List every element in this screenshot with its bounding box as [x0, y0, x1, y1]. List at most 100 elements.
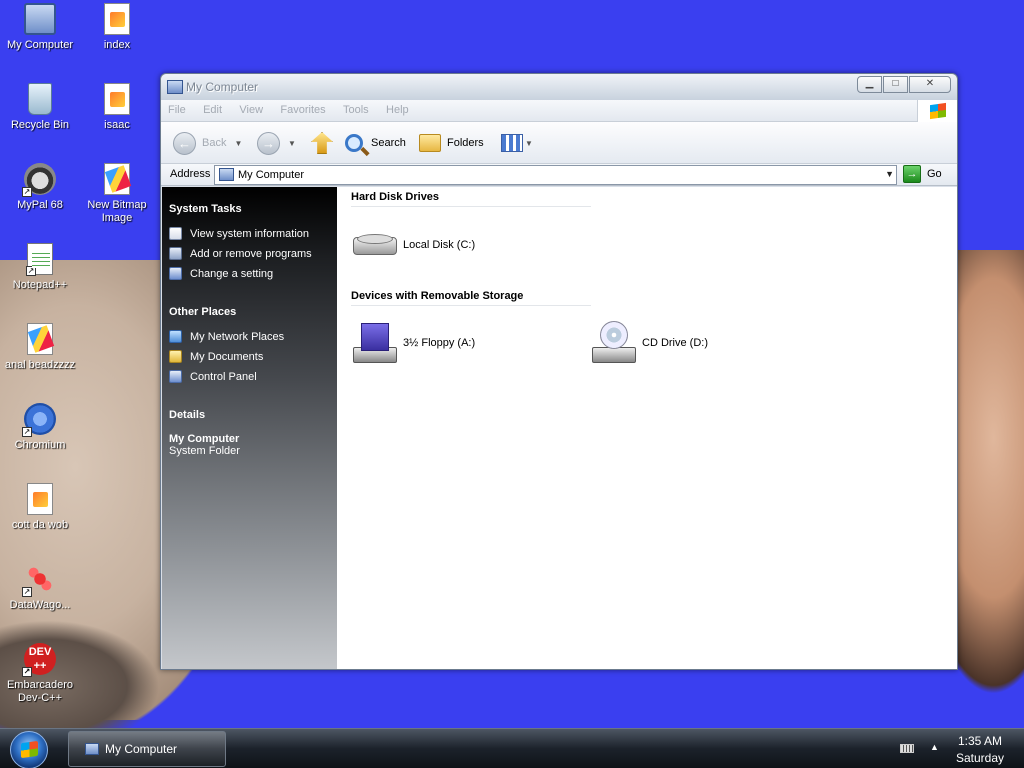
desktop-icon-new-bitmap[interactable]: New Bitmap Image — [78, 163, 156, 225]
address-value: My Computer — [238, 169, 305, 181]
my-computer-icon — [167, 80, 183, 94]
task-label: Change a setting — [190, 267, 274, 280]
clock-day: Saturday — [955, 751, 1005, 765]
folders-icon — [419, 134, 441, 152]
minimize-button[interactable]: ▁ — [857, 76, 882, 93]
desktop-icon-label: isaac — [104, 119, 130, 131]
desktop-icon-label: My Computer — [6, 39, 74, 51]
recycle-bin-icon — [28, 83, 52, 115]
window-controls: ▁ □ ✕ — [856, 76, 951, 93]
dev-cpp-icon: ↗ DEV ++ — [22, 643, 56, 677]
local-disk-c[interactable]: Local Disk (C:) — [351, 223, 475, 267]
close-button[interactable]: ✕ — [909, 76, 951, 93]
datawagon-icon: ↗ — [22, 563, 56, 597]
shortcut-arrow-icon: ↗ — [22, 587, 32, 597]
go-button[interactable]: → Go — [903, 165, 942, 183]
back-button[interactable]: ← Back ▼ — [173, 131, 242, 155]
task-label: Add or remove programs — [190, 247, 312, 260]
my-network-places-link[interactable]: My Network Places — [169, 330, 337, 343]
menu-help[interactable]: Help — [379, 100, 416, 116]
views-dropdown-icon: ▼ — [525, 138, 533, 148]
desktop-icon-label: Notepad++ — [12, 279, 68, 291]
desktop-icon-chromium[interactable]: ↗ Chromium — [1, 403, 79, 452]
desktop-icon-label: New Bitmap Image — [87, 199, 147, 224]
desktop-icon-datawagon[interactable]: ↗ DataWago... — [1, 563, 79, 612]
go-label: Go — [927, 168, 942, 180]
system-tasks-section: System Tasks View system information Add… — [162, 203, 337, 280]
forward-button[interactable]: → ▼ — [257, 131, 296, 155]
menu-view[interactable]: View — [232, 100, 270, 116]
menu-tools[interactable]: Tools — [336, 100, 376, 116]
address-input[interactable]: My Computer ▼ — [214, 165, 897, 185]
floppy-drive-a[interactable]: 3½ Floppy (A:) — [351, 321, 475, 365]
desktop-icon-isaac[interactable]: isaac — [78, 83, 156, 132]
shortcut-arrow-icon: ↗ — [26, 266, 36, 276]
show-hidden-icons-icon[interactable]: ▲ — [930, 742, 939, 752]
shortcut-arrow-icon: ↗ — [22, 667, 32, 677]
my-documents-icon — [169, 350, 182, 363]
back-dropdown-icon[interactable]: ▼ — [234, 139, 242, 148]
desktop-icon-mypal[interactable]: ↗ MyPal 68 — [1, 163, 79, 212]
up-button[interactable] — [311, 131, 337, 155]
address-dropdown-icon[interactable]: ▼ — [885, 169, 894, 179]
go-arrow-icon: → — [903, 165, 921, 183]
desktop-icon-recycle-bin[interactable]: Recycle Bin — [1, 83, 79, 132]
folders-button[interactable]: Folders — [419, 131, 484, 155]
my-computer-window[interactable]: My Computer ▁ □ ✕ File Edit View Favorit… — [160, 73, 958, 670]
mypal-browser-icon: ↗ — [22, 163, 56, 197]
add-remove-programs-icon — [169, 247, 182, 260]
views-button[interactable]: ▼ — [501, 131, 533, 155]
desktop-icon-my-computer[interactable]: My Computer — [1, 3, 79, 52]
taskbar-clock[interactable]: 1:35 AM Saturday — [950, 733, 1010, 767]
control-panel-link[interactable]: Control Panel — [169, 370, 337, 383]
desktop-icon-label: anal beadzzzz — [4, 359, 76, 371]
menu-favorites[interactable]: Favorites — [273, 100, 332, 116]
start-button[interactable] — [10, 731, 48, 768]
desktop-icon-anal-beadzzzz[interactable]: anal beadzzzz — [1, 323, 79, 372]
maximize-button[interactable]: □ — [883, 76, 908, 93]
address-label: Address — [170, 168, 211, 180]
taskbar-button-my-computer[interactable]: My Computer — [68, 731, 226, 767]
task-label: View system information — [190, 227, 310, 240]
html-file-icon — [27, 483, 53, 515]
menu-file[interactable]: File — [161, 100, 193, 116]
desktop-icon-dev-cpp[interactable]: ↗ DEV ++ Embarcadero Dev-C++ — [1, 643, 79, 705]
desktop-icon-cott-da-wob[interactable]: cott da wob — [1, 483, 79, 532]
desktop-icon-index[interactable]: index — [78, 3, 156, 52]
my-documents-link[interactable]: My Documents — [169, 350, 337, 363]
taskbar: My Computer ▲ 1:35 AM Saturday — [0, 728, 1024, 768]
details-heading[interactable]: Details — [169, 409, 337, 421]
drive-label: Local Disk (C:) — [403, 239, 476, 251]
details-name: My Computer — [169, 433, 240, 445]
task-pane: System Tasks View system information Add… — [162, 187, 337, 669]
other-places-heading[interactable]: Other Places — [169, 306, 337, 318]
cd-drive-icon — [590, 321, 636, 365]
desktop-icon-notepad-plus-plus[interactable]: ↗ Notepad++ — [1, 243, 79, 292]
chromium-icon: ↗ — [22, 403, 56, 437]
forward-dropdown-icon[interactable]: ▼ — [288, 139, 296, 148]
forward-arrow-icon: → — [257, 131, 280, 155]
my-computer-icon — [85, 743, 99, 755]
cd-drive-d[interactable]: CD Drive (D:) — [590, 321, 708, 365]
place-label: My Network Places — [190, 330, 285, 343]
menu-edit[interactable]: Edit — [196, 100, 229, 116]
desktop-icon-label: DataWago... — [9, 599, 71, 611]
control-panel-icon — [169, 370, 182, 383]
desktop-icon-label: Embarcadero Dev-C++ — [6, 679, 74, 704]
search-button[interactable]: Search — [345, 131, 406, 155]
window-title: My Computer — [186, 80, 259, 94]
keyboard-icon[interactable] — [900, 744, 914, 753]
desktop-icon-label: Chromium — [14, 439, 66, 451]
search-label: Search — [371, 137, 406, 149]
network-places-icon — [169, 330, 182, 343]
dev-cpp-icon-text: DEV ++ — [28, 646, 52, 672]
clock-time: 1:35 AM — [957, 734, 1003, 748]
window-content: System Tasks View system information Add… — [162, 187, 957, 669]
system-tasks-heading[interactable]: System Tasks — [169, 203, 337, 215]
my-computer-icon — [24, 3, 56, 35]
details-section: Details My Computer System Folder — [162, 409, 337, 457]
change-setting-link[interactable]: Change a setting — [169, 267, 337, 280]
view-system-information-link[interactable]: View system information — [169, 227, 337, 240]
add-remove-programs-link[interactable]: Add or remove programs — [169, 247, 337, 260]
window-titlebar[interactable]: My Computer ▁ □ ✕ — [161, 74, 957, 100]
